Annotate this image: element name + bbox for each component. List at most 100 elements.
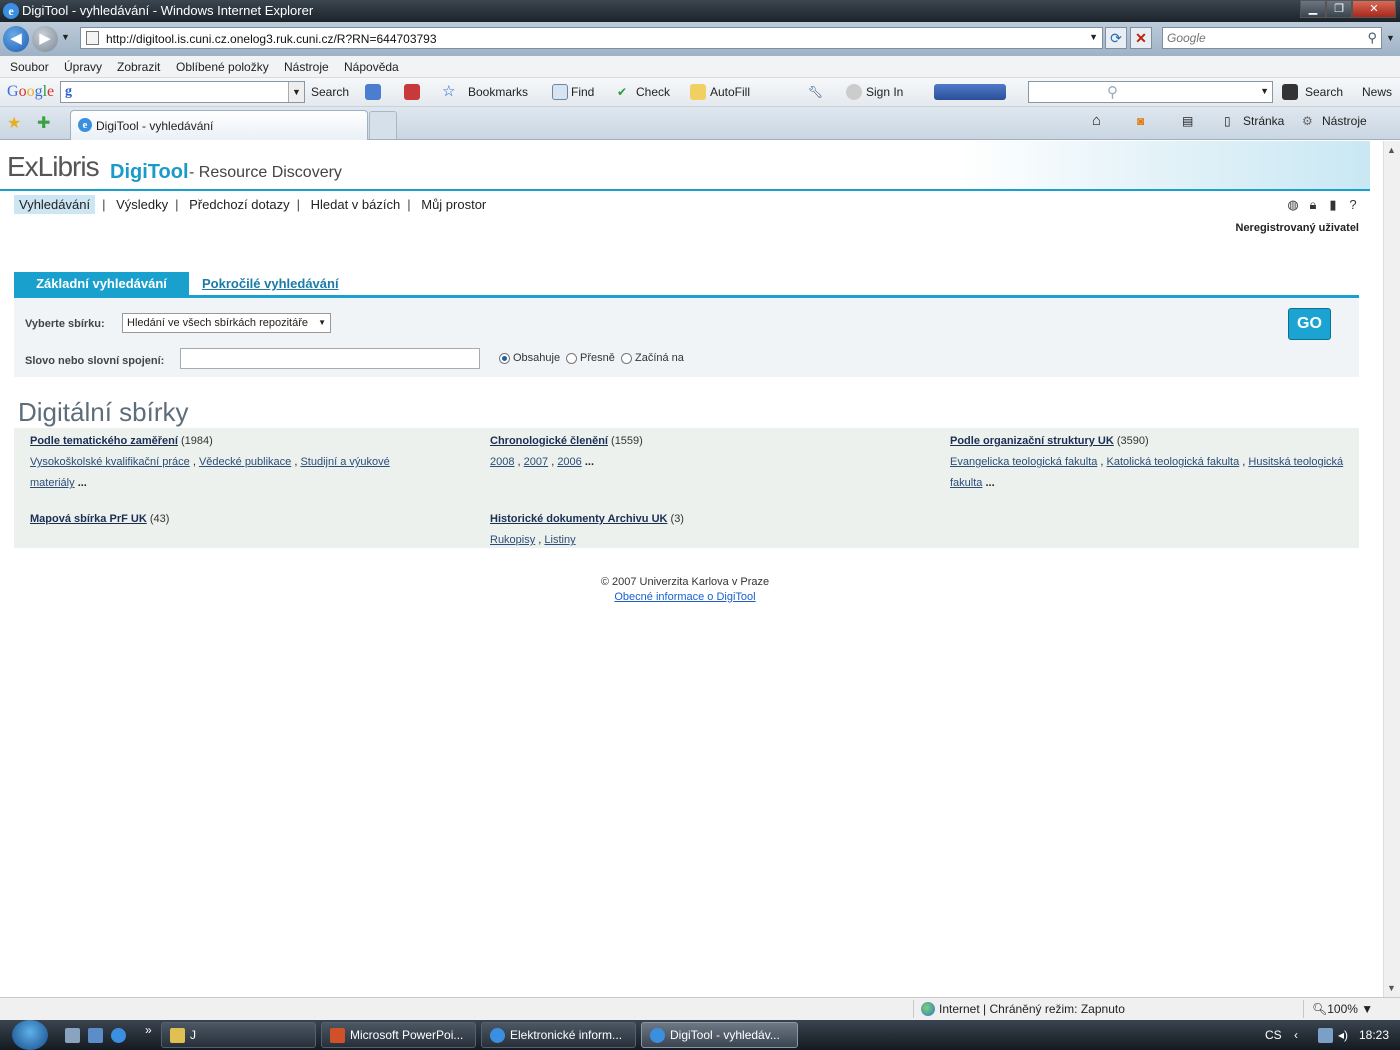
clock[interactable]: 18:23 [1359,1028,1389,1042]
stop-button[interactable]: ✕ [1130,27,1152,49]
subcollection-link[interactable]: 2007 [524,456,548,468]
language-indicator[interactable]: CS [1265,1028,1282,1042]
menu-oblibene[interactable]: Oblíbené položky [176,60,269,74]
url-text[interactable]: http://digitool.is.cuni.cz.onelog3.ruk.c… [106,32,437,46]
subcollection-link[interactable]: 2006 [557,456,581,468]
tab-digitool[interactable]: e DigiTool - vyhledávání [70,110,368,140]
more-link[interactable]: ... [78,477,87,489]
radio-exact-dot[interactable] [566,352,577,364]
toolbar-search-dropdown-icon[interactable]: ▼ [1260,86,1269,96]
minimize-button[interactable]: ▁ [1300,0,1326,18]
recent-pages-dropdown-icon[interactable]: ▼ [61,32,70,42]
subcollection-link[interactable]: Evangelicka teologická fakulta [950,456,1097,468]
sign-in-button[interactable]: Sign In [866,85,903,99]
search-provider-dropdown-icon[interactable]: ▼ [1386,33,1395,43]
radio-starts-dot[interactable] [621,352,632,364]
menu-upravy[interactable]: Úpravy [64,60,102,74]
tray-expand-icon[interactable]: ‹ [1294,1028,1298,1042]
print-icon[interactable]: ▤ [1182,114,1193,128]
toolbar-search-button[interactable]: Search [1305,85,1343,99]
subcollection-link[interactable]: fakulta [950,477,982,489]
subcollection-link[interactable]: Studijní a výukové [300,456,389,468]
plus-icon[interactable] [365,84,381,100]
page-menu[interactable]: Stránka [1243,114,1284,128]
toolbar-search-input[interactable]: ⚲ ▼ [1028,81,1273,103]
subcollection-link[interactable]: Vědecké publikace [199,456,291,468]
network-icon[interactable] [1318,1028,1333,1043]
browser-search-input[interactable] [1167,31,1347,45]
nav-muj-prostor[interactable]: Můj prostor [421,197,486,212]
favorites-star-icon[interactable]: ★ [7,113,21,133]
collection-select[interactable]: Hledání ve všech sbírkách repozitáře ▼ [122,313,331,333]
google-search-button[interactable]: Search [311,85,349,99]
help-icon[interactable]: ? [1345,197,1361,213]
zoom-level[interactable]: 🔍︎100% ▼ [1312,1002,1373,1016]
collection-title[interactable]: Historické dokumenty Archivu UK [490,513,667,525]
volume-icon[interactable]: ◂) [1338,1028,1348,1042]
address-field[interactable]: http://digitool.is.cuni.cz.onelog3.ruk.c… [80,27,1103,49]
feeds-icon[interactable]: ◙ [1137,114,1144,128]
nav-vyhledavani[interactable]: Vyhledávání [14,195,96,214]
scroll-down-icon[interactable]: ▼ [1387,983,1396,993]
wrench-icon[interactable]: 🔧︎ [808,85,823,99]
maximize-button[interactable]: ❐ [1326,0,1352,18]
tab-advanced-search[interactable]: Pokročilé vyhledávání [202,276,339,291]
news-button[interactable]: News [1362,85,1392,99]
globe-icon[interactable]: ◍ [1285,197,1301,213]
digitool-info-link[interactable]: Obecné informace o DigiTool [614,591,755,603]
taskbar-button-elektronicke[interactable]: Elektronické inform... [481,1022,636,1048]
close-button[interactable]: ✕ [1352,0,1396,18]
refresh-button[interactable]: ⟳ [1105,27,1127,49]
subcollection-link[interactable]: Katolická teologická fakulta [1107,456,1240,468]
taskbar-button-j[interactable]: J [161,1022,316,1048]
menu-soubor[interactable]: Soubor [10,60,49,74]
popup-blocker-icon[interactable] [404,84,420,100]
littlefighter-logo-icon[interactable] [934,84,1006,100]
collection-title[interactable]: Podle organizační struktury UK [950,435,1114,447]
taskbar-button-powerpoint[interactable]: Microsoft PowerPoi... [321,1022,476,1048]
vertical-scrollbar[interactable]: ▲ ▼ [1383,141,1400,997]
switch-windows-icon[interactable] [88,1028,103,1043]
home-icon[interactable]: ⌂ [1092,112,1101,129]
bookmark-star-icon[interactable]: ☆ [442,82,455,100]
more-link[interactable]: ... [585,456,594,468]
nav-predchozi-dotazy[interactable]: Předchozí dotazy [189,197,289,212]
lock-icon[interactable]: 🔒︎ [1305,197,1321,213]
nav-hledat-v-bazich[interactable]: Hledat v bázích [311,197,401,212]
collection-title[interactable]: Podle tematického zaměření [30,435,178,447]
show-desktop-icon[interactable] [65,1028,80,1043]
term-input[interactable] [180,348,480,369]
subcollection-link[interactable]: Husitská teologická [1248,456,1343,468]
menu-napoveda[interactable]: Nápověda [344,60,399,74]
add-favorites-icon[interactable]: ✚ [37,113,50,133]
arrow-right-icon[interactable] [1282,84,1298,100]
autofill-button[interactable]: AutoFill [710,85,750,99]
tab-basic-search[interactable]: Základní vyhledávání [14,272,189,296]
collection-title[interactable]: Chronologické členění [490,435,608,447]
logout-icon[interactable]: ▮ [1325,197,1341,213]
radio-contains[interactable]: Obsahuje [499,352,560,364]
browser-search-box[interactable]: ⚲ [1162,27,1382,49]
quicklaunch-more-icon[interactable]: » [145,1023,152,1037]
more-link[interactable]: ... [985,477,994,489]
search-icon[interactable]: ⚲ [1367,30,1377,46]
menu-zobrazit[interactable]: Zobrazit [117,60,160,74]
scroll-up-icon[interactable]: ▲ [1387,145,1396,155]
check-button[interactable]: Check [636,85,670,99]
subcollection-link[interactable]: 2008 [490,456,514,468]
tools-menu[interactable]: Nástroje [1322,114,1367,128]
forward-button[interactable]: ▶ [32,26,58,52]
radio-contains-dot[interactable] [499,352,510,364]
go-button[interactable]: GO [1288,308,1331,340]
taskbar-button-digitool[interactable]: DigiTool - vyhledáv... [641,1022,798,1048]
radio-exact[interactable]: Přesně [566,352,615,364]
subcollection-link[interactable]: Rukopisy [490,534,535,546]
bookmarks-button[interactable]: Bookmarks [468,85,528,99]
subcollection-link[interactable]: Listiny [544,534,575,546]
start-button[interactable] [12,1020,48,1050]
new-tab-button[interactable] [369,111,397,139]
radio-starts[interactable]: Začíná na [621,352,684,364]
subcollection-link[interactable]: Vysokoškolské kvalifikační práce [30,456,190,468]
ie-quicklaunch-icon[interactable] [111,1028,126,1043]
back-button[interactable]: ◀ [3,26,29,52]
